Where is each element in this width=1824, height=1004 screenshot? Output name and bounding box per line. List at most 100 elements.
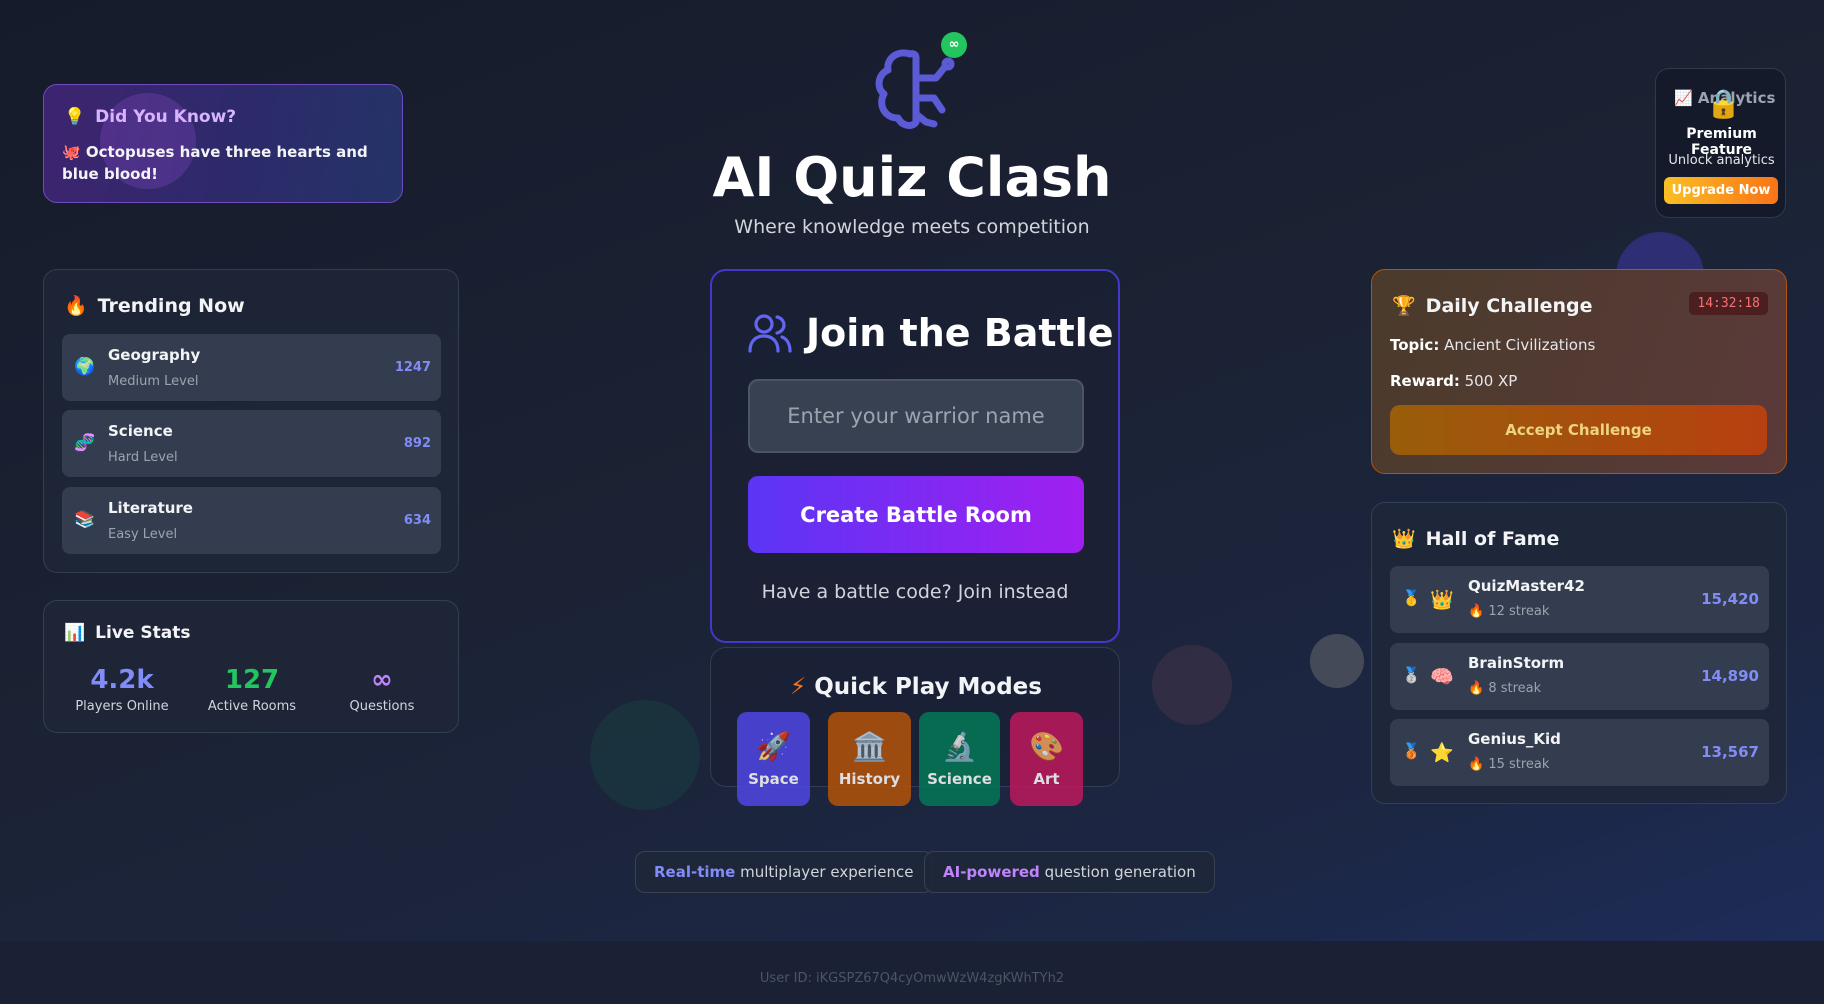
hall-of-fame-title: 👑 Hall of Fame (1392, 527, 1560, 551)
lock-icon: 🔒 (1706, 87, 1741, 120)
leaderboard-row[interactable]: 🥉 ⭐ Genius_Kid 🔥 15 streak 13,567 (1390, 719, 1769, 786)
challenge-reward: Reward: 500 XP (1390, 372, 1518, 390)
create-battle-room-button[interactable]: Create Battle Room (748, 476, 1084, 553)
lightbulb-icon: 💡 (64, 107, 86, 127)
live-stats-title: 📊 Live Stats (64, 623, 191, 643)
app-title: AI Quiz Clash (712, 146, 1112, 209)
player-name: QuizMaster42 (1468, 577, 1585, 595)
unlock-analytics-text: Unlock analytics (1668, 153, 1775, 168)
user-id: User ID: iKGSPZ67Q4cyOmwWzW4zgKWhTYh2 (759, 971, 1065, 986)
trending-card: 🔥 Trending Now 🌍 Geography Medium Level … (43, 269, 459, 573)
feature-ai-powered: AI-powered question generation (924, 851, 1215, 893)
trending-title: 🔥 Trending Now (64, 294, 245, 318)
topic-level: Easy Level (108, 527, 178, 542)
join-with-code-link[interactable]: Have a battle code? Join instead (712, 581, 1118, 603)
player-name: Genius_Kid (1468, 730, 1561, 748)
stat-value: 127 (224, 665, 280, 695)
stat-label: Questions (349, 699, 415, 714)
users-icon (748, 314, 792, 353)
player-score: 14,890 (1701, 667, 1759, 685)
books-icon: 📚 (74, 510, 96, 530)
topic-count: 1247 (394, 360, 431, 375)
mode-label: Science (927, 770, 992, 788)
warrior-name-input[interactable] (748, 379, 1084, 453)
feature-text: multiplayer experience (735, 863, 914, 881)
topic-level: Medium Level (108, 374, 199, 389)
mode-space-button[interactable]: 🚀 Space (737, 712, 810, 806)
join-battle-card: Join the Battle Create Battle Room Have … (710, 269, 1120, 643)
topic-level: Hard Level (108, 450, 178, 465)
feature-text: question generation (1039, 863, 1196, 881)
chart-icon: 📈 (1674, 89, 1693, 107)
infinity-badge: ∞ (941, 32, 967, 58)
topic-count: 634 (403, 513, 431, 528)
mode-label: Space (748, 770, 799, 788)
player-score: 13,567 (1701, 743, 1759, 761)
feature-highlight: Real-time (654, 863, 736, 881)
globe-icon: 🌍 (74, 357, 96, 377)
mode-label: History (838, 770, 901, 788)
stat-value: 4.2k (90, 665, 154, 695)
leaderboard-row[interactable]: 🥈 🧠 BrainStorm 🔥 8 streak 14,890 (1390, 643, 1769, 710)
player-streak: 🔥 8 streak (1468, 681, 1542, 696)
live-stats-card: 📊 Live Stats 4.2k Players Online 127 Act… (43, 600, 459, 733)
player-streak: 🔥 12 streak (1468, 604, 1550, 619)
dna-icon: 🧬 (74, 433, 96, 453)
stat-label: Active Rooms (207, 699, 297, 714)
daily-challenge-card: 🏆 Daily Challenge 14:32:18 Topic: Ancien… (1371, 269, 1787, 474)
brain-logo-icon (875, 49, 955, 129)
mode-science-button[interactable]: 🔬 Science (919, 712, 1000, 806)
topic-name: Literature (108, 499, 193, 517)
challenge-topic: Topic: Ancient Civilizations (1390, 336, 1596, 354)
did-you-know-title: 💡 Did You Know? (64, 107, 237, 127)
topic-name: Science (108, 422, 173, 440)
decor-blob (1310, 634, 1364, 688)
join-battle-title: Join the Battle (748, 311, 1114, 355)
accept-challenge-button[interactable]: Accept Challenge (1390, 405, 1767, 455)
decor-blob (1152, 645, 1232, 725)
gold-medal-icon: 🥇 (1402, 589, 1421, 607)
player-score: 15,420 (1701, 590, 1759, 608)
hall-of-fame-card: 👑 Hall of Fame 🥇 👑 QuizMaster42 🔥 12 str… (1371, 502, 1787, 804)
bar-chart-icon: 📊 (64, 623, 86, 643)
upgrade-now-button[interactable]: Upgrade Now (1664, 177, 1778, 204)
app-subtitle: Where knowledge meets competition (734, 216, 1090, 238)
rocket-icon: 🚀 (756, 730, 791, 763)
trending-item-science[interactable]: 🧬 Science Hard Level 892 (62, 410, 441, 477)
crown-icon: 👑 (1392, 528, 1416, 550)
mode-history-button[interactable]: 🏛️ History (828, 712, 911, 806)
daily-challenge-title: 🏆 Daily Challenge (1392, 294, 1593, 318)
topic-count: 892 (403, 436, 431, 451)
stat-players-online: 4.2k Players Online (62, 665, 182, 714)
silver-medal-icon: 🥈 (1402, 666, 1421, 684)
trophy-icon: 🏆 (1392, 295, 1416, 317)
did-you-know-card: 💡 Did You Know? 🐙 Octopuses have three h… (43, 84, 403, 203)
museum-icon: 🏛️ (852, 730, 887, 763)
player-name: BrainStorm (1468, 654, 1565, 672)
fact-text: 🐙 Octopuses have three hearts and blue b… (62, 143, 368, 183)
lightning-icon: ⚡ (790, 674, 807, 700)
decor-blob (590, 700, 700, 810)
player-streak: 🔥 15 streak (1468, 757, 1550, 772)
challenge-timer: 14:32:18 (1689, 292, 1768, 315)
trending-item-literature[interactable]: 📚 Literature Easy Level 634 (62, 487, 441, 554)
palette-icon: 🎨 (1029, 730, 1064, 763)
feature-highlight: AI-powered (943, 863, 1040, 881)
crown-avatar-icon: 👑 (1430, 589, 1454, 611)
topic-name: Geography (108, 346, 201, 364)
microscope-icon: 🔬 (942, 730, 977, 763)
trending-item-geography[interactable]: 🌍 Geography Medium Level 1247 (62, 334, 441, 401)
analytics-card: 📈 Analytics 🔒 Premium Feature Unlock ana… (1655, 68, 1786, 218)
stat-label: Players Online (75, 699, 169, 714)
stat-active-rooms: 127 Active Rooms (192, 665, 312, 714)
star-avatar-icon: ⭐ (1430, 742, 1454, 764)
mode-label: Art (1033, 770, 1060, 788)
stat-value: ∞ (371, 665, 393, 695)
stat-questions: ∞ Questions (322, 665, 442, 714)
leaderboard-row[interactable]: 🥇 👑 QuizMaster42 🔥 12 streak 15,420 (1390, 566, 1769, 633)
bronze-medal-icon: 🥉 (1402, 742, 1421, 760)
fire-icon: 🔥 (64, 295, 88, 317)
mode-art-button[interactable]: 🎨 Art (1010, 712, 1083, 806)
quick-play-title: ⚡ Quick Play Modes (790, 674, 1042, 700)
feature-realtime: Real-time multiplayer experience (635, 851, 933, 893)
